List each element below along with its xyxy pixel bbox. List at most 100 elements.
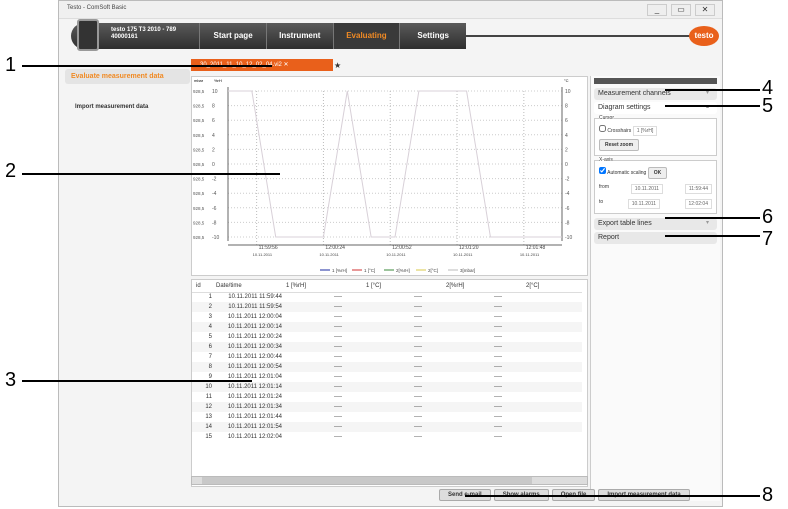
table-row[interactable]: 2 10.11.2011 11:59:54 ---- ---- ---- <box>192 302 582 312</box>
y-tick-label-left1: 928,5 <box>193 162 205 167</box>
to-date-field[interactable]: 10.11.2011 <box>627 199 660 209</box>
from-date-field[interactable]: 10.11.2011 <box>630 184 664 194</box>
value-cell: ---- <box>442 402 522 412</box>
column-header[interactable]: 1 [°C] <box>362 280 442 293</box>
main-nav: testo 175 T3 2010 - 789 40000161 Start p… <box>71 23 466 49</box>
value-cell: ---- <box>334 294 342 301</box>
x-tick-time: 12:01:48 <box>526 245 546 251</box>
y-tick-label-left1: 928,5 <box>193 177 205 182</box>
right-axis-label: °C <box>564 78 569 83</box>
column-header[interactable]: 2[°C] <box>522 280 582 293</box>
value-cell <box>522 392 582 402</box>
table-row[interactable]: 14 10.11.2011 12:01:54 ---- ---- ---- <box>192 422 582 432</box>
table-row[interactable]: 6 10.11.2011 12:00:34 ---- ---- ---- <box>192 342 582 352</box>
value-cell: ---- <box>414 434 422 440</box>
reset-zoom-button[interactable]: Reset zoom <box>599 139 640 151</box>
minimize-button[interactable]: _ <box>647 4 667 16</box>
table-row[interactable]: 4 10.11.2011 12:00:14 ---- ---- ---- <box>192 322 582 332</box>
close-tab-icon[interactable]: ✕ <box>284 62 289 68</box>
table-row[interactable]: 3 10.11.2011 12:00:04 ---- ---- ---- <box>192 312 582 322</box>
value-cell: ---- <box>282 362 362 372</box>
nav-import-measurement-data[interactable]: Import measurement data <box>65 104 190 110</box>
value-cell: ---- <box>494 334 502 340</box>
crosshairs-select[interactable]: 1 [%rH] <box>632 126 658 136</box>
export-table-lines-section[interactable]: Export table lines ▾ <box>594 218 717 230</box>
chevron-down-icon: ▾ <box>705 220 709 226</box>
maximize-button[interactable]: ▭ <box>671 4 691 16</box>
tab-instrument[interactable]: Instrument <box>265 23 333 49</box>
y-tick-label-right: -10 <box>565 235 572 241</box>
table-row[interactable]: 5 10.11.2011 12:00:24 ---- ---- ---- <box>192 332 582 342</box>
tab-start-page[interactable]: Start page <box>199 23 266 49</box>
y-tick-label-left2: -6 <box>212 206 217 212</box>
callout-1: 1 <box>5 54 17 76</box>
y-tick-label-left1: 928,5 <box>193 206 205 211</box>
value-cell: ---- <box>334 334 342 340</box>
value-cell: ---- <box>362 422 442 432</box>
left-axis-2-label: %rH <box>214 78 222 83</box>
value-cell: ---- <box>442 322 522 332</box>
from-time-field[interactable]: 11:59:44 <box>684 184 712 194</box>
legend-entry: 3[mbar] <box>460 268 475 273</box>
automatic-scaling-checkbox[interactable] <box>599 167 606 174</box>
legend-entry: 1 [°C] <box>364 268 375 273</box>
value-cell: ---- <box>362 362 442 372</box>
diagram-settings-section[interactable]: Diagram settings ▴ <box>594 102 717 114</box>
value-cell: ---- <box>494 414 502 420</box>
x-tick-date: 10.11.2011 <box>386 252 406 257</box>
app-window: Testo - ComSoft Basic _ ▭ ✕ testo 175 T3… <box>58 0 723 507</box>
nav-evaluate-measurement-data[interactable]: Evaluate measurement data <box>65 69 190 84</box>
value-cell: ---- <box>442 382 522 392</box>
value-cell: ---- <box>334 354 342 360</box>
horizontal-scrollbar[interactable] <box>191 476 588 485</box>
from-label: from <box>599 184 609 190</box>
x-tick-time: 11:59:56 <box>259 245 278 251</box>
table-row[interactable]: 10 10.11.2011 12:01:14 ---- ---- ---- <box>192 382 582 392</box>
left-axis-1-label: mbar <box>194 78 204 83</box>
value-cell: ---- <box>282 382 362 392</box>
value-cell: ---- <box>334 414 342 420</box>
report-section[interactable]: Report▬ <box>594 232 717 244</box>
y-tick-label-left1: 928,5 <box>193 235 205 240</box>
legend-entry: 1 [%rH] <box>332 268 347 273</box>
table-row[interactable]: 7 10.11.2011 12:00:44 ---- ---- ---- <box>192 352 582 362</box>
table-row[interactable]: 1 10.11.2011 11:59:44 ---- ---- ---- <box>192 292 582 302</box>
automatic-scaling-label: Automatic scaling <box>607 170 647 176</box>
cursor-label: Cursor <box>599 115 615 121</box>
line-chart[interactable]: mbar %rH °C 928,5 10 10 928,5 8 8 928,5 6 6 928,5 4 4 9… <box>192 77 587 275</box>
value-cell: ---- <box>282 422 362 432</box>
to-time-field[interactable]: 12:02:04 <box>684 199 712 209</box>
callout-line <box>665 235 760 237</box>
export-table-lines-label: Export table lines <box>598 220 652 227</box>
datetime-cell: 10.11.2011 12:01:54 <box>212 422 282 432</box>
table-row[interactable]: 11 10.11.2011 12:01:24 ---- ---- ---- <box>192 392 582 402</box>
callout-7: 7 <box>762 228 774 250</box>
value-cell <box>522 332 582 342</box>
tab-settings[interactable]: Settings <box>399 23 466 49</box>
value-cell: ---- <box>362 302 442 312</box>
table-row[interactable]: 13 10.11.2011 12:01:44 ---- ---- ---- <box>192 412 582 422</box>
y-tick-label-right: -2 <box>565 177 570 183</box>
column-header[interactable]: 2[%rH] <box>442 280 522 293</box>
column-header[interactable]: Date/time <box>212 280 282 293</box>
value-cell <box>522 402 582 412</box>
datetime-cell: 10.11.2011 12:00:04 <box>227 314 282 320</box>
table-row[interactable]: 8 10.11.2011 12:00:54 ---- ---- ---- <box>192 362 582 372</box>
datetime-cell: 10.11.2011 11:59:44 <box>228 294 282 301</box>
cursor-group: Cursor Crosshairs 1 [%rH] Reset zoom <box>594 115 717 156</box>
close-button[interactable]: ✕ <box>695 4 715 16</box>
datetime-cell: 10.11.2011 12:02:04 <box>227 434 282 440</box>
tab-evaluating[interactable]: Evaluating <box>332 23 400 49</box>
legend-entry: 2[%rH] <box>396 268 410 273</box>
id-cell: 1 <box>208 294 212 301</box>
table-row[interactable]: 12 10.11.2011 12:01:34 ---- ---- ---- <box>192 402 582 412</box>
new-tab-icon[interactable]: ★ <box>334 61 341 70</box>
value-cell <box>522 382 582 392</box>
table-row[interactable]: 15 10.11.2011 12:02:04 ---- ---- ---- <box>192 432 582 442</box>
scrollbar-thumb[interactable] <box>202 477 532 484</box>
column-header[interactable]: 1 [%rH] <box>282 280 362 293</box>
y-tick-label-right: 8 <box>565 104 568 110</box>
column-header[interactable]: id <box>192 280 212 293</box>
ok-button[interactable]: OK <box>647 167 668 179</box>
crosshairs-checkbox[interactable] <box>599 125 606 132</box>
